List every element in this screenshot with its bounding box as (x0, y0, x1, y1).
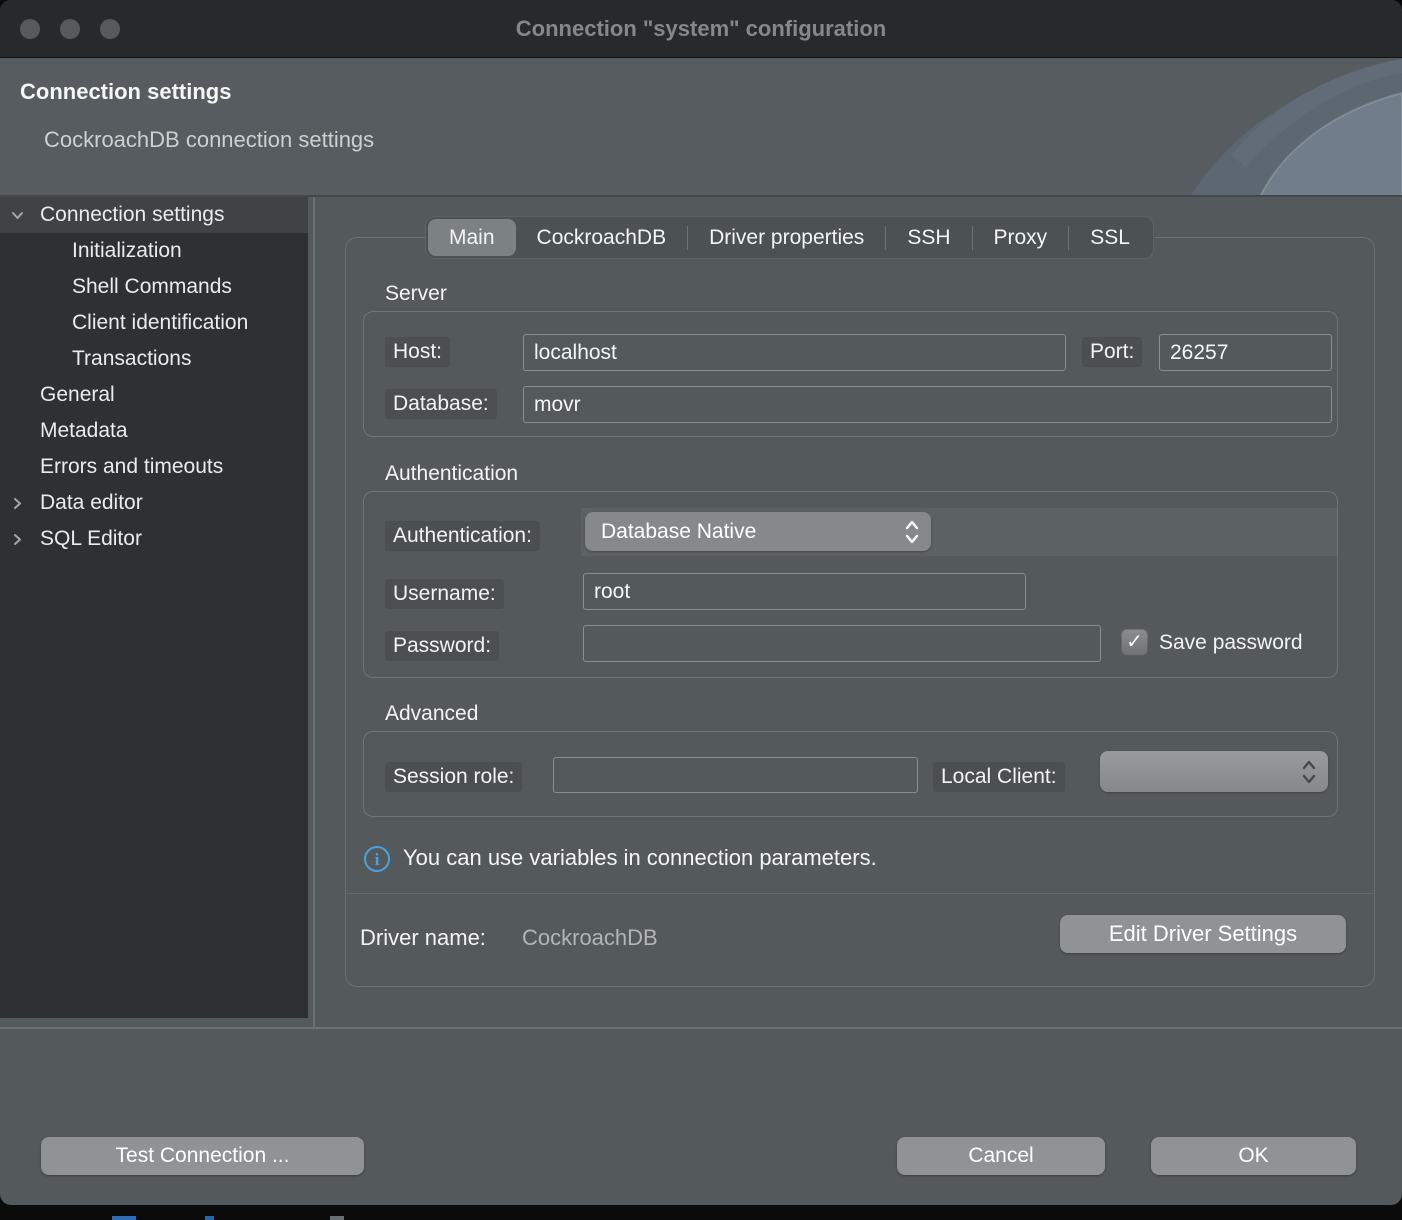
settings-tree: Connection settings Initialization Shell… (0, 197, 308, 1018)
ok-button[interactable]: OK (1151, 1137, 1356, 1175)
titlebar: Connection "system" configuration (0, 0, 1402, 58)
connection-tabs: Main CockroachDB Driver properties SSH P… (425, 216, 1154, 259)
session-role-label: Session role: (385, 762, 522, 792)
tab-driver-properties[interactable]: Driver properties (688, 219, 885, 256)
page-subtitle: CockroachDB connection settings (44, 127, 374, 153)
sidebar-item-transactions[interactable]: Transactions (0, 341, 308, 377)
driver-name-value: CockroachDB (522, 925, 658, 951)
authentication-group-title: Authentication (385, 462, 518, 486)
host-label: Host: (385, 337, 450, 367)
advanced-group-title: Advanced (385, 702, 478, 726)
tab-ssh[interactable]: SSH (886, 219, 971, 256)
tab-main[interactable]: Main (428, 219, 516, 256)
page-title: Connection settings (20, 79, 231, 105)
local-client-label: Local Client: (933, 762, 1065, 792)
sidebar-item-client-identification[interactable]: Client identification (0, 305, 308, 341)
up-down-chevrons-icon (1300, 759, 1318, 785)
session-role-input[interactable] (553, 757, 918, 793)
header-swirl-decoration (1102, 59, 1402, 197)
sidebar-item-label: SQL Editor (40, 527, 142, 551)
up-down-chevrons-icon (903, 519, 921, 545)
sidebar-item-label: Initialization (72, 239, 182, 263)
sidebar-item-errors-and-timeouts[interactable]: Errors and timeouts (0, 449, 308, 485)
footer-divider (0, 1027, 1402, 1029)
sidebar-item-general[interactable]: General (0, 377, 308, 413)
dialog-header: Connection settings CockroachDB connecti… (0, 59, 1402, 197)
sidebar-item-data-editor[interactable]: Data editor (0, 485, 308, 521)
tab-proxy[interactable]: Proxy (973, 219, 1069, 256)
sidebar-item-initialization[interactable]: Initialization (0, 233, 308, 269)
sidebar-item-label: Transactions (72, 347, 191, 371)
background-window-fragment (112, 1216, 136, 1220)
cancel-button[interactable]: Cancel (897, 1137, 1105, 1175)
checkmark-icon: ✓ (1126, 631, 1143, 653)
database-label: Database: (385, 389, 497, 419)
edit-driver-settings-button[interactable]: Edit Driver Settings (1060, 915, 1346, 953)
chevron-right-icon[interactable] (9, 531, 26, 548)
test-connection-button[interactable]: Test Connection ... (41, 1137, 364, 1175)
save-password-checkbox[interactable]: ✓ (1121, 629, 1148, 656)
save-password-label: Save password (1159, 631, 1337, 655)
background-window-fragment (330, 1216, 344, 1220)
chevron-right-icon[interactable] (9, 495, 26, 512)
sidebar-item-label: General (40, 383, 115, 407)
password-label: Password: (385, 631, 499, 661)
authentication-label: Authentication: (385, 521, 540, 551)
sidebar-item-label: Errors and timeouts (40, 455, 223, 479)
tab-cockroachdb[interactable]: CockroachDB (516, 219, 688, 256)
driver-section-divider (346, 893, 1374, 894)
sidebar-item-connection-settings[interactable]: Connection settings (0, 197, 308, 233)
background-window-fragment (205, 1216, 214, 1220)
sidebar-item-label: Client identification (72, 311, 248, 335)
server-group-title: Server (385, 282, 447, 306)
connection-config-dialog: Connection "system" configuration Connec… (0, 0, 1402, 1205)
tab-ssl[interactable]: SSL (1069, 219, 1151, 256)
sidebar-item-label: Connection settings (40, 203, 224, 227)
username-input[interactable] (583, 573, 1026, 610)
variables-hint-text: You can use variables in connection para… (403, 845, 877, 871)
authentication-select-value: Database Native (601, 520, 756, 544)
port-label: Port: (1082, 337, 1142, 367)
password-input[interactable] (583, 625, 1101, 662)
info-icon: i (364, 846, 390, 872)
sidebar-item-label: Data editor (40, 491, 143, 515)
info-icon-glyph: i (375, 850, 380, 869)
port-input[interactable] (1159, 334, 1332, 371)
host-input[interactable] (523, 334, 1066, 371)
driver-name-label: Driver name: (360, 925, 486, 951)
authentication-select[interactable]: Database Native (585, 512, 931, 551)
window-title: Connection "system" configuration (0, 0, 1402, 58)
sidebar-item-sql-editor[interactable]: SQL Editor (0, 521, 308, 557)
local-client-select[interactable] (1100, 751, 1328, 792)
sidebar-item-label: Metadata (40, 419, 128, 443)
sidebar-divider (313, 197, 315, 1027)
username-label: Username: (385, 579, 504, 609)
sidebar-item-shell-commands[interactable]: Shell Commands (0, 269, 308, 305)
sidebar-item-metadata[interactable]: Metadata (0, 413, 308, 449)
database-input[interactable] (523, 386, 1332, 423)
chevron-down-icon[interactable] (9, 207, 26, 224)
sidebar-item-label: Shell Commands (72, 275, 232, 299)
